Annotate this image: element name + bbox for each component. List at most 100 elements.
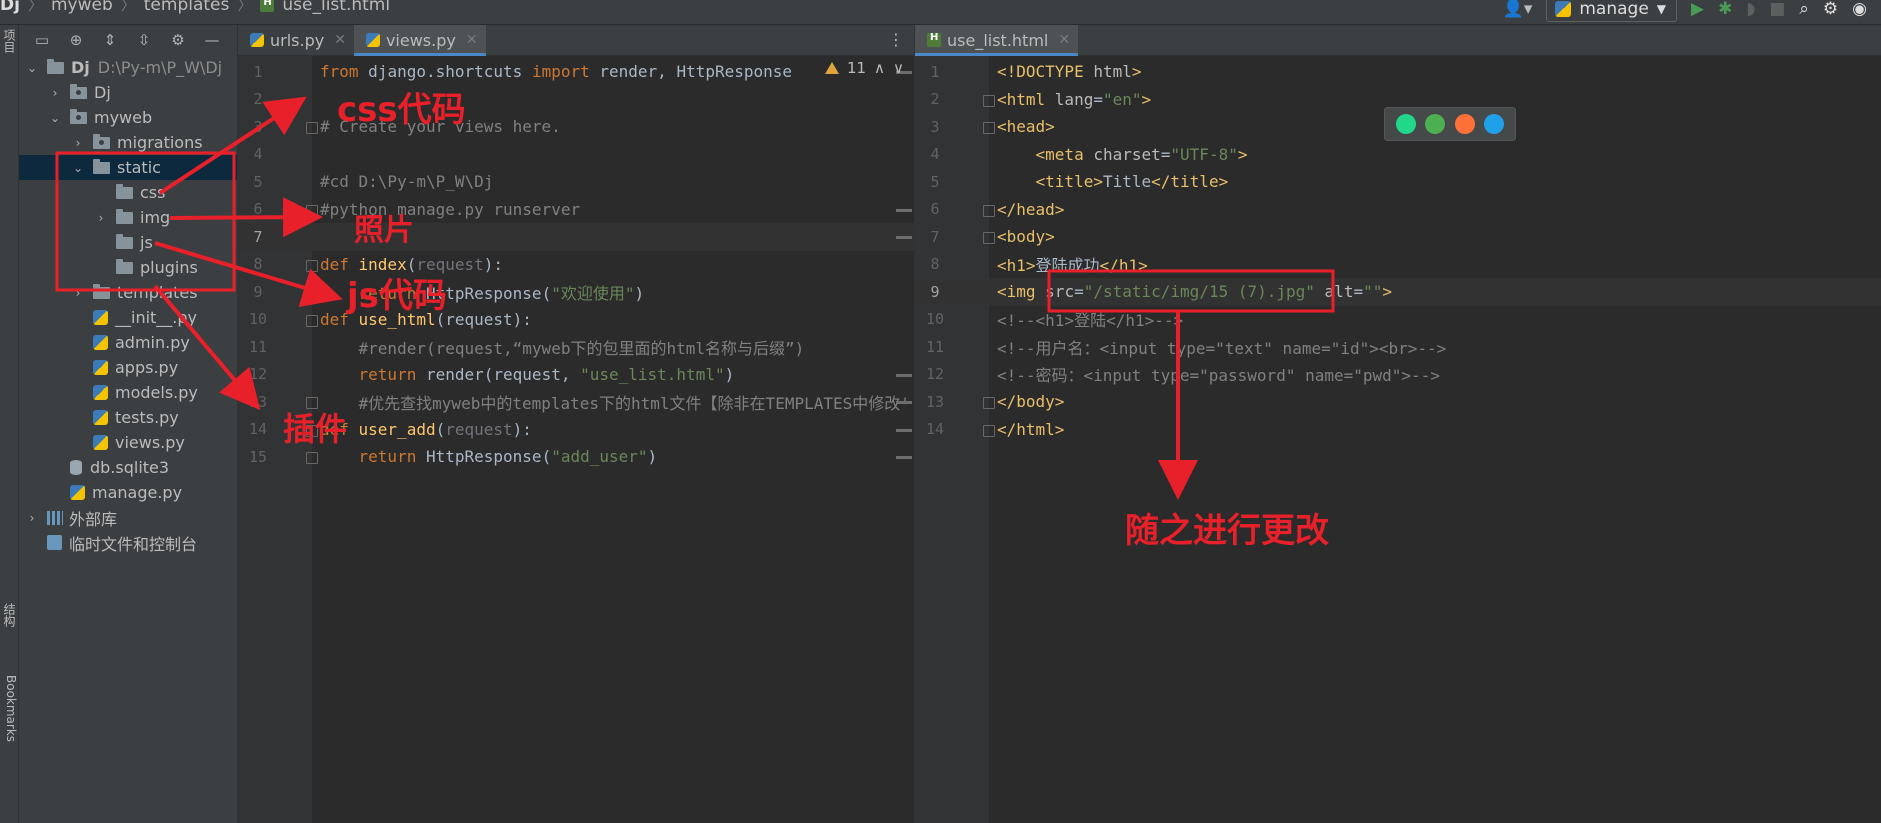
close-icon[interactable]: ✕ [334,32,346,48]
tree-item-admin-py[interactable]: admin.py [19,330,237,355]
code-line[interactable]: 7 [238,223,914,251]
debug-icon[interactable]: ✱ [1718,0,1732,19]
tree-item-myweb[interactable]: ⌄ myweb [19,105,237,130]
fold-icon[interactable] [983,94,995,107]
code-line[interactable]: 8 <h1>登陆成功</h1> [915,251,1881,279]
firefox-icon[interactable] [1454,114,1475,134]
project-tool-button[interactable]: 项目 [0,29,18,53]
breadcrumb-file[interactable]: use_list.html [282,0,390,15]
edge-icon[interactable] [1484,114,1505,134]
error-stripe-mark[interactable] [896,428,912,432]
breadcrumb-myweb[interactable]: myweb [51,0,113,15]
settings-icon[interactable]: ⚙ [1823,0,1838,19]
code-line[interactable]: 5 #cd D:\Py-m\P_W\Dj [238,168,914,196]
code-line[interactable]: 10 def use_html(request): [238,306,914,334]
tree-item-models-py[interactable]: models.py [19,380,237,405]
chevron-right-icon[interactable]: › [48,86,62,100]
code-line[interactable]: 9 return HttpResponse("欢迎使用") [238,278,914,306]
select-opened-file-icon[interactable]: ▭ [33,31,51,49]
tab-views-py[interactable]: views.py ✕ [353,25,486,56]
bookmarks-tool-button[interactable]: Bookmarks [0,675,18,742]
tab-use-list-html[interactable]: use_list.html ✕ [915,25,1079,56]
chevron-right-icon[interactable]: › [25,511,39,525]
chevron-right-icon[interactable]: › [94,211,108,225]
next-highlight-icon[interactable]: ∨ [893,59,904,77]
fold-icon[interactable] [306,204,318,217]
jetbrains-icon[interactable]: ◉ [1852,0,1867,19]
fold-icon[interactable] [983,122,995,134]
hide-icon[interactable]: — [203,31,221,49]
gear-icon[interactable]: ⚙ [169,31,187,49]
error-stripe-mark[interactable] [896,401,912,404]
code-area[interactable]: 1 <!DOCTYPE html> 2 <html lang="en"> 3 <head>… [915,56,1881,823]
breadcrumb-templates[interactable]: templates [144,0,230,15]
code-line[interactable]: 1 <!DOCTYPE html> [915,58,1881,86]
chevron-down-icon[interactable]: ⌄ [48,111,62,125]
code-line[interactable]: 8 def index(request): [238,251,914,279]
chevron-right-icon[interactable]: › [71,286,85,300]
tree-item-dj[interactable]: › Dj [19,80,237,105]
code-line[interactable]: 4 <meta charset="UTF-8"> [915,141,1881,169]
close-icon[interactable]: ✕ [466,32,478,48]
chevron-down-icon[interactable]: ⌄ [25,61,39,75]
code-line[interactable]: 7 <body> [915,223,1881,251]
breadcrumb-project[interactable]: Dj [0,0,20,15]
run-icon[interactable]: ▶ [1691,0,1704,19]
fold-icon[interactable] [983,424,995,437]
tree-item-[interactable]: › 外部库 [19,505,237,530]
code-line[interactable]: 6 #python manage.py runserver [238,196,914,224]
run-configuration-select[interactable]: manage ▼ [1546,0,1678,22]
code-line[interactable]: 13 </body> [915,388,1881,416]
fold-icon[interactable] [983,204,995,217]
fold-icon[interactable] [983,232,995,244]
tree-item-tests-py[interactable]: tests.py [19,405,237,430]
collapse-all-icon[interactable]: ⇳ [135,31,153,49]
code-line[interactable]: 12 return render(request, "use_list.html… [238,361,914,389]
fold-icon[interactable] [306,122,318,134]
tree-item-db-sqlite3[interactable]: db.sqlite3 [19,455,237,480]
tree-item-js[interactable]: js [19,230,237,255]
error-stripe-mark[interactable] [896,456,912,459]
tree-item-init-py[interactable]: __init__.py [19,305,237,330]
code-line[interactable]: 14 </html> [915,416,1881,444]
tree-item-plugins[interactable]: plugins [19,255,237,280]
fold-icon[interactable] [983,397,995,409]
more-tabs-icon[interactable]: ⋮ [888,30,904,49]
tree-item-migrations[interactable]: › migrations [19,130,237,155]
structure-tool-button[interactable]: 结构 [0,603,18,627]
code-line[interactable]: 5 <title>Title</title> [915,168,1881,196]
fold-icon[interactable] [306,314,318,327]
tree-item-manage-py[interactable]: manage.py [19,480,237,505]
close-icon[interactable]: ✕ [1058,32,1070,48]
chevron-right-icon[interactable]: › [71,136,85,150]
coverage-icon[interactable]: ◗ [1746,0,1755,19]
tree-item-css[interactable]: css [19,180,237,205]
tree-item-dj[interactable]: ⌄ Dj D:\Py-m\P_W\Dj [19,55,237,80]
fold-icon[interactable] [306,452,318,464]
code-line[interactable]: 9 <img src="/static/img/15 (7).jpg" alt="… [915,278,1881,306]
tree-item-templates[interactable]: › templates [19,280,237,305]
tree-item-[interactable]: 临时文件和控制台 [19,530,237,555]
code-line[interactable]: 10 <!--<h1>登陆</h1>--> [915,306,1881,334]
user-icon[interactable]: 👤▾ [1503,0,1533,19]
inspection-widget[interactable]: 11 ∧ ∨ [824,59,904,77]
error-stripe-mark[interactable] [896,236,912,239]
tree-item-static[interactable]: ⌄ static [19,155,237,180]
code-line[interactable]: 12 <!--密码：<input type="password" name="pw… [915,361,1881,389]
code-line[interactable]: 11 #render(request,“myweb下的包里面的html名称与后缀… [238,333,914,361]
tree-item-img[interactable]: › img [19,205,237,230]
code-line[interactable]: 6 </head> [915,196,1881,224]
chrome-icon[interactable] [1425,114,1446,134]
error-stripe-mark[interactable] [896,208,912,212]
code-line[interactable]: 11 <!--用户名：<input type="text" name="id"><… [915,333,1881,361]
search-icon[interactable]: ⌕ [1799,0,1809,19]
pycharm-icon[interactable] [1395,114,1416,134]
expand-all-icon[interactable]: ⇕ [101,31,119,49]
tree-item-views-py[interactable]: views.py [19,430,237,455]
chevron-down-icon[interactable]: ⌄ [71,161,85,175]
tree-item-apps-py[interactable]: apps.py [19,355,237,380]
locate-icon[interactable]: ⊕ [67,31,85,49]
stop-icon[interactable]: ■ [1769,0,1785,19]
previous-highlight-icon[interactable]: ∧ [874,59,885,77]
error-stripe-mark[interactable] [896,373,912,377]
